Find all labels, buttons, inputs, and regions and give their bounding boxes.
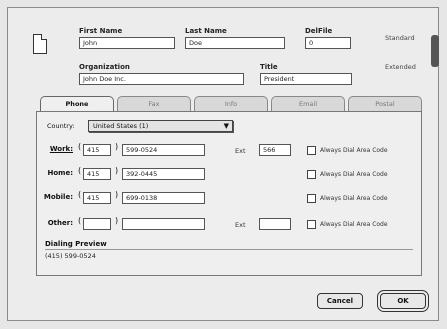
open-paren: ( (78, 216, 82, 225)
tab-bar: Phone Fax Info Email Postal (40, 96, 422, 112)
cancel-button[interactable]: Cancel (317, 293, 363, 309)
mobile-dial-area-code-label: Always Dial Area Code (320, 195, 388, 202)
tab-fax[interactable]: Fax (117, 96, 191, 112)
dialing-preview-value: (415) 599-0524 (45, 252, 96, 260)
open-paren: ( (78, 142, 82, 151)
other-ext-field[interactable] (259, 218, 291, 230)
close-paren: ) (115, 166, 119, 175)
tab-phone[interactable]: Phone (40, 96, 114, 112)
close-paren: ) (115, 216, 119, 225)
other-label: Other: (47, 219, 73, 227)
delfile-label: DelFile (305, 27, 333, 35)
ok-button[interactable]: OK (380, 293, 426, 309)
open-paren: ( (78, 190, 82, 199)
work-dial-area-code-checkbox[interactable] (307, 146, 316, 155)
tab-email[interactable]: Email (271, 96, 345, 112)
home-area-code-field[interactable]: 415 (83, 168, 111, 180)
other-dial-area-code-checkbox[interactable] (307, 220, 316, 229)
organization-field[interactable]: John Doe Inc. (79, 73, 244, 85)
home-dial-area-code-label: Always Dial Area Code (320, 171, 388, 178)
other-dial-area-code-label: Always Dial Area Code (320, 221, 388, 228)
view-extended-label[interactable]: Extended (385, 63, 416, 71)
title-label: Title (260, 63, 278, 71)
last-name-field[interactable]: Doe (185, 37, 285, 49)
close-paren: ) (115, 142, 119, 151)
work-ext-field[interactable]: 566 (259, 144, 291, 156)
mobile-dial-area-code-checkbox[interactable] (307, 194, 316, 203)
chevron-down-icon: ▼ (223, 122, 229, 130)
close-paren: ) (115, 190, 119, 199)
mobile-label: Mobile: (43, 193, 73, 201)
home-label: Home: (47, 169, 73, 177)
phone-panel: Country: United States (1) ▼ Work: ( 415… (36, 111, 422, 276)
other-ext-label: Ext (235, 221, 246, 229)
view-toggle-slider[interactable] (431, 35, 439, 67)
dialing-preview-title: Dialing Preview (45, 240, 107, 248)
other-number-field[interactable] (122, 218, 205, 230)
country-select[interactable]: United States (1) ▼ (88, 120, 233, 132)
work-area-code-field[interactable]: 415 (83, 144, 111, 156)
view-standard-label[interactable]: Standard (385, 34, 415, 42)
work-number-field[interactable]: 599-0524 (122, 144, 205, 156)
work-dial-area-code-label: Always Dial Area Code (320, 147, 388, 154)
organization-label: Organization (79, 63, 130, 71)
other-area-code-field[interactable] (83, 218, 111, 230)
first-name-field[interactable]: John (79, 37, 175, 49)
open-paren: ( (78, 166, 82, 175)
preview-divider (45, 249, 413, 250)
tab-info[interactable]: Info (194, 96, 268, 112)
work-label: Work: (49, 145, 73, 153)
home-dial-area-code-checkbox[interactable] (307, 170, 316, 179)
mobile-number-field[interactable]: 699-0138 (122, 192, 205, 204)
work-ext-label: Ext (235, 147, 246, 155)
country-select-value: United States (1) (93, 122, 149, 130)
delfile-field[interactable]: 0 (305, 37, 351, 49)
home-number-field[interactable]: 392-0445 (122, 168, 205, 180)
last-name-label: Last Name (185, 27, 227, 35)
tab-postal[interactable]: Postal (348, 96, 422, 112)
document-icon (33, 34, 47, 54)
title-field[interactable]: President (260, 73, 352, 85)
country-label: Country: (47, 122, 75, 130)
first-name-label: First Name (79, 27, 123, 35)
mobile-area-code-field[interactable]: 415 (83, 192, 111, 204)
